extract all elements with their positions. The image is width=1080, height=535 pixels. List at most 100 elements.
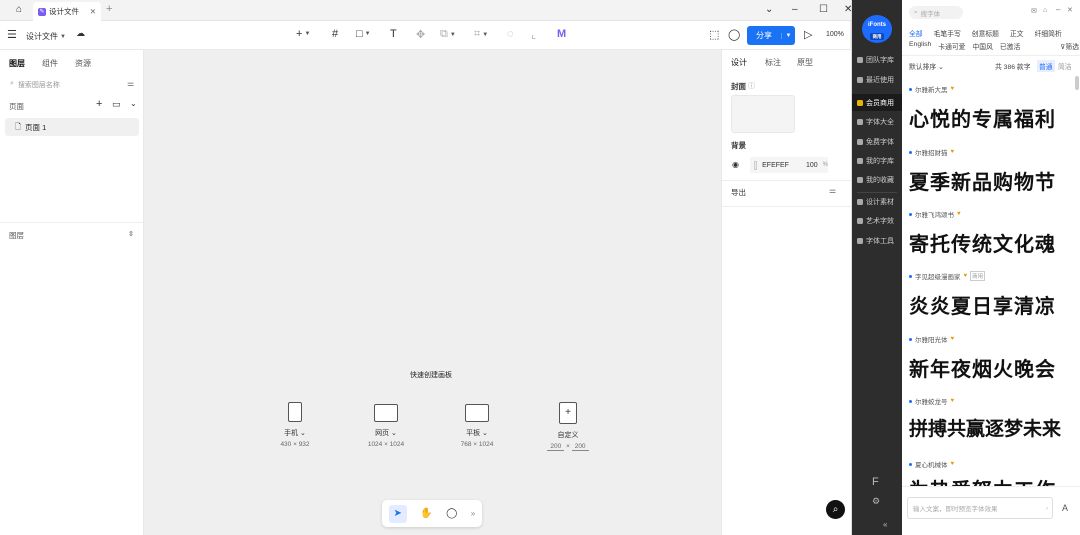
- minimize-button[interactable]: –: [1056, 5, 1060, 14]
- font-name-row[interactable]: 尔雅蛟龙号 ♥: [909, 396, 954, 406]
- canvas[interactable]: 快速创建画板 手机 ⌄ 430 × 932 网页 ⌄ 1024 × 1024 平…: [144, 50, 721, 535]
- tab-annotation[interactable]: 标注: [765, 57, 781, 68]
- home-icon[interactable]: ⌂: [16, 4, 22, 15]
- new-tab-button[interactable]: +: [106, 3, 112, 15]
- expand-icon[interactable]: »: [471, 509, 475, 518]
- add-tool-button[interactable]: + ▼: [296, 28, 310, 40]
- text-style-button[interactable]: A: [1062, 503, 1068, 513]
- maximize-button[interactable]: ☐: [819, 4, 828, 15]
- move-icon[interactable]: ✥: [416, 28, 425, 41]
- file-name-dropdown[interactable]: 设计文件 ▼: [26, 31, 66, 42]
- mode-normal-toggle[interactable]: 普通: [1037, 60, 1055, 72]
- hand-icon[interactable]: ✋: [420, 508, 432, 519]
- tab-assets[interactable]: 资源: [75, 58, 91, 69]
- chevron-down-icon[interactable]: ⌄: [765, 4, 773, 15]
- cover-thumbnail[interactable]: [731, 95, 795, 133]
- category-creative[interactable]: 创意标题: [972, 28, 999, 38]
- font-name-row[interactable]: 尔雅飞鸿颂书 ♥: [909, 209, 961, 219]
- font-name-row[interactable]: 尔雅招财猫 ♥: [909, 147, 954, 157]
- font-sample[interactable]: 寄托传统文化魂: [909, 228, 1056, 257]
- comment-icon[interactable]: ◯: [446, 508, 457, 519]
- sidebar-item-member[interactable]: 会员商用: [852, 94, 902, 111]
- font-name-row[interactable]: 字见超级漫画家 ♥ 商用: [909, 271, 986, 281]
- eye-icon[interactable]: ◉: [732, 160, 739, 169]
- sliders-icon[interactable]: ⚌: [829, 186, 836, 195]
- font-name-row[interactable]: 夏心机械体 ♥: [909, 459, 954, 469]
- tab-design-file[interactable]: ✎ 设计文件 ✕: [33, 2, 101, 21]
- ifonts-logo[interactable]: iFonts 商用: [862, 15, 892, 43]
- font-sample[interactable]: 心悦的专属福利: [909, 103, 1056, 132]
- plugin-icon[interactable]: ⬚: [709, 28, 719, 41]
- font-icon[interactable]: F: [872, 476, 879, 488]
- tab-components[interactable]: 组件: [42, 58, 58, 69]
- font-name-row[interactable]: 尔雅阳光体 ♥: [909, 334, 954, 344]
- preset-custom[interactable]: + 自定义 200 × 200: [533, 402, 603, 451]
- ai-icon[interactable]: M: [557, 28, 566, 40]
- preset-tablet[interactable]: 平板 ⌄ 768 × 1024: [442, 402, 512, 448]
- color-swatch[interactable]: [754, 160, 758, 170]
- page-item[interactable]: 🗋 页面 1: [5, 118, 139, 136]
- component-icon[interactable]: ⌗ ▼: [474, 28, 488, 41]
- sidebar-item-materials[interactable]: 设计素材: [857, 197, 901, 207]
- font-sample[interactable]: 拼搏共赢逐梦未来: [909, 414, 1061, 441]
- category-activated[interactable]: 已激活: [1000, 41, 1020, 51]
- close-icon[interactable]: ✕: [90, 7, 96, 16]
- pointer-icon[interactable]: ➤: [388, 504, 407, 523]
- tab-design[interactable]: 设计: [731, 57, 747, 68]
- bg-hex-value[interactable]: EFEFEF: [762, 162, 789, 169]
- preview-text-input[interactable]: 输入文案，即时预览字体效果 ›: [907, 497, 1053, 519]
- minimize-button[interactable]: –: [792, 4, 798, 15]
- collapse-icon[interactable]: ⇳: [128, 230, 134, 238]
- boolean-icon[interactable]: ⧉ ▼: [440, 28, 456, 41]
- category-brush[interactable]: 毛笔手写: [934, 28, 961, 38]
- background-fill-field[interactable]: EFEFEF 100 %: [750, 157, 828, 173]
- chevron-down-icon[interactable]: ▼: [781, 32, 795, 39]
- filter-button[interactable]: ⊽筛选: [1060, 41, 1079, 51]
- font-sample[interactable]: 夏季新品购物节: [909, 166, 1056, 195]
- category-english[interactable]: English: [909, 41, 931, 51]
- category-cartoon[interactable]: 卡通可爱: [938, 41, 965, 51]
- sidebar-item-my-library[interactable]: 我的字库: [857, 156, 901, 166]
- mode-simple-toggle[interactable]: 简洁: [1058, 61, 1072, 71]
- frame-tool-icon[interactable]: #: [332, 28, 338, 40]
- sidebar-item-favorites[interactable]: 我的收藏: [857, 175, 901, 185]
- scrollbar[interactable]: [1075, 76, 1079, 90]
- sidebar-item-text-effects[interactable]: 艺术字效: [857, 216, 901, 226]
- sidebar-item-free[interactable]: 免费字体: [857, 137, 901, 147]
- play-icon[interactable]: ▷: [804, 28, 812, 41]
- folder-icon[interactable]: ▭: [112, 99, 121, 110]
- tab-prototype[interactable]: 原型: [797, 57, 813, 68]
- search-icon[interactable]: ⌕: [826, 500, 845, 519]
- sidebar-item-team[interactable]: 团队字库: [857, 55, 901, 65]
- bg-opacity-value[interactable]: 100: [806, 162, 818, 169]
- pin-icon[interactable]: ⌂: [1043, 7, 1047, 14]
- category-thin[interactable]: 纤细简析: [1035, 28, 1062, 38]
- category-chinese-style[interactable]: 中国风: [972, 41, 992, 51]
- close-icon[interactable]: ✕: [1067, 6, 1073, 14]
- custom-width-input[interactable]: 200: [547, 443, 565, 451]
- category-body[interactable]: 正文: [1010, 28, 1024, 38]
- filter-icon[interactable]: ⚌: [127, 79, 134, 88]
- font-sample[interactable]: 炎炎夏日享清凉: [909, 290, 1056, 319]
- add-page-icon[interactable]: +: [96, 98, 102, 110]
- tab-layers[interactable]: 图层: [9, 58, 25, 69]
- sidebar-item-all-fonts[interactable]: 字体大全: [857, 117, 901, 127]
- chevron-down-icon[interactable]: ⌄: [130, 99, 137, 108]
- text-tool-icon[interactable]: T: [390, 28, 397, 40]
- message-icon[interactable]: ✉: [1031, 7, 1037, 15]
- crop-icon[interactable]: ⌞: [531, 28, 536, 41]
- menu-icon[interactable]: ☰: [7, 28, 17, 41]
- font-name-row[interactable]: 尔雅新大黑 ♥: [909, 84, 954, 94]
- collapse-icon[interactable]: «: [883, 520, 887, 529]
- preset-web[interactable]: 网页 ⌄ 1024 × 1024: [351, 402, 421, 448]
- preset-phone[interactable]: 手机 ⌄ 430 × 932: [260, 402, 330, 448]
- custom-height-input[interactable]: 200: [571, 443, 589, 451]
- gear-icon[interactable]: ⚙: [872, 496, 880, 507]
- category-all[interactable]: 全部: [909, 28, 923, 38]
- location-icon[interactable]: ◯: [728, 28, 740, 41]
- zoom-level[interactable]: 100%: [826, 31, 844, 38]
- sort-dropdown[interactable]: 默认排序 ⌄: [909, 61, 944, 71]
- font-search-input[interactable]: ⌕ 搜字体: [909, 6, 963, 19]
- mask-icon[interactable]: ◌: [507, 28, 514, 40]
- font-sample[interactable]: 为热爱努力工作: [909, 474, 1056, 486]
